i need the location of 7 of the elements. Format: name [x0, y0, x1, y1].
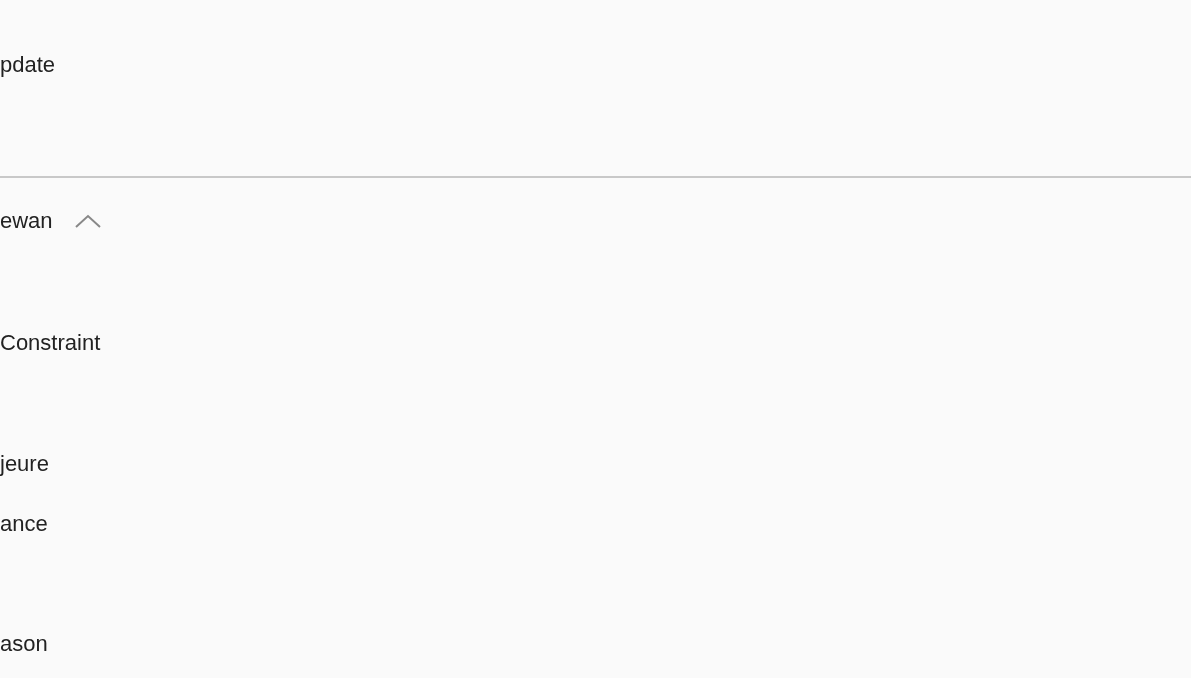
list-item[interactable]: ason: [0, 631, 48, 657]
list-item[interactable]: Constraint: [0, 330, 101, 356]
section-label: pdate: [0, 52, 56, 78]
group-label[interactable]: ewan: [0, 208, 53, 234]
list-item[interactable]: jeure: [0, 451, 49, 477]
chevron-icon[interactable]: [74, 214, 101, 228]
list-item[interactable]: ance: [0, 511, 48, 537]
